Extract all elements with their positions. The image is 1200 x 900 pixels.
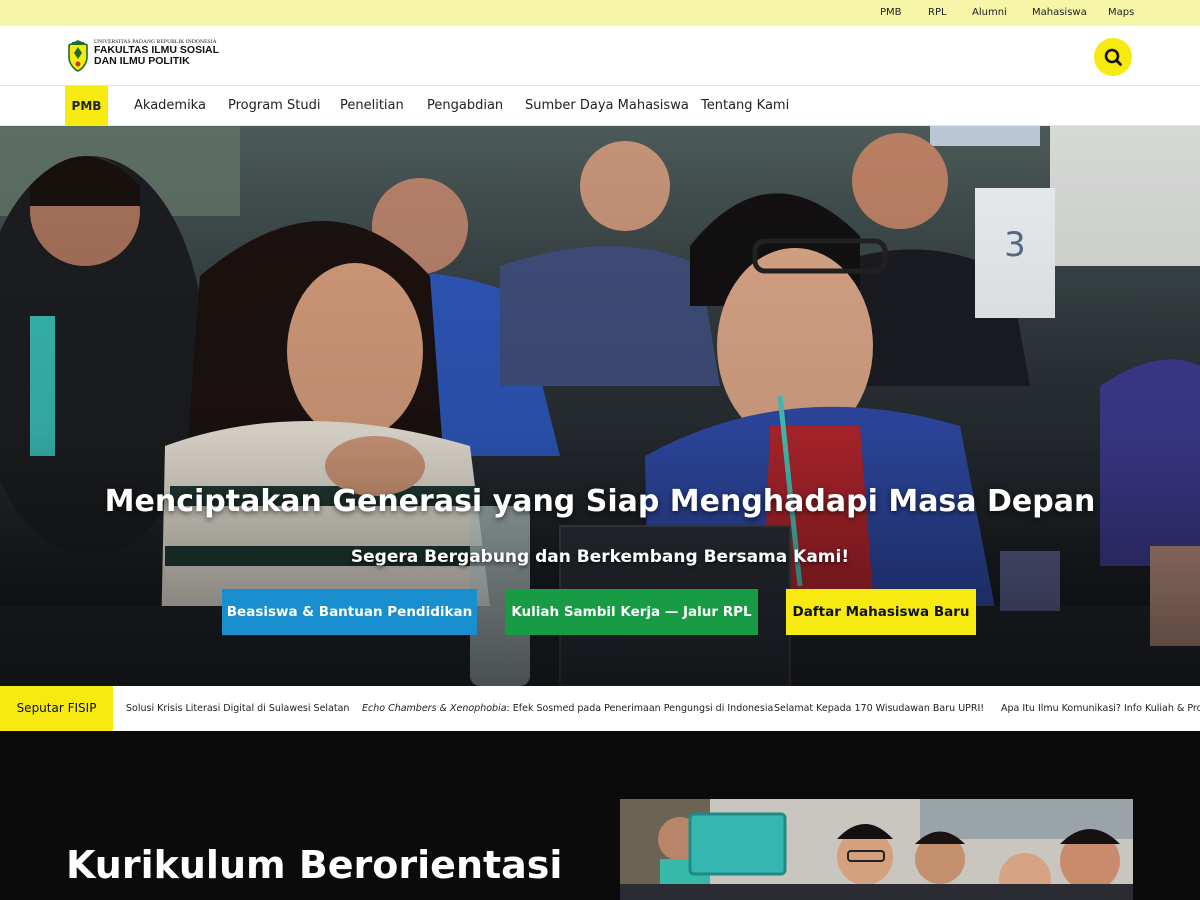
topbar-link-rpl[interactable]: RPL: [928, 7, 947, 18]
logo-faculty-line2: DAN ILMU POLITIK: [94, 55, 190, 67]
news-ticker: Seputar FISIP Solusi Krisis Literasi Dig…: [0, 686, 1200, 731]
topbar-link-pmb[interactable]: PMB: [880, 7, 902, 18]
section-title: Kurikulum Berorientasi: [66, 843, 563, 887]
ticker-item-4[interactable]: Apa Itu Ilmu Komunikasi? Info Kuliah & P…: [1001, 686, 1200, 731]
university-emblem-icon[interactable]: [66, 40, 90, 72]
site-header: UNIVERSITAS PADANG REPUBLIK INDONESIA FA…: [0, 26, 1200, 86]
top-utility-bar: PMB RPL Alumni Mahasiswa Maps: [0, 0, 1200, 26]
ticker-item-2-text: : Efek Sosmed pada Penerimaan Pengungsi …: [506, 703, 774, 714]
topbar-link-mahasiswa[interactable]: Mahasiswa: [1032, 7, 1087, 18]
students-selfie-photo: [620, 799, 1133, 900]
search-button[interactable]: [1094, 38, 1132, 76]
ticker-item-2[interactable]: Echo Chambers & Xenophobia: Efek Sosmed …: [362, 686, 773, 731]
ticker-label: Seputar FISIP: [0, 686, 113, 731]
register-button[interactable]: Daftar Mahasiswa Baru: [786, 589, 976, 635]
nav-item-akademika[interactable]: Akademika: [134, 86, 206, 126]
ticker-item-1[interactable]: Solusi Krisis Literasi Digital di Sulawe…: [126, 686, 349, 731]
nav-item-pengabdian[interactable]: Pengabdian: [427, 86, 503, 126]
search-icon: [1104, 48, 1122, 66]
hero-banner: 3 Menciptakan Generasi yang Siap Menghad…: [0, 126, 1200, 686]
nav-item-sumber-daya-mahasiswa[interactable]: Sumber Daya Mahasiswa: [525, 86, 689, 126]
nav-item-penelitian[interactable]: Penelitian: [340, 86, 404, 126]
main-nav: PMB Akademika Program Studi Penelitian P…: [0, 86, 1200, 126]
nav-item-pmb[interactable]: PMB: [65, 86, 108, 126]
topbar-link-alumni[interactable]: Alumni: [972, 7, 1007, 18]
logo-wordmark[interactable]: UNIVERSITAS PADANG REPUBLIK INDONESIA FA…: [94, 39, 219, 67]
hero-subtitle: Segera Bergabung dan Berkembang Bersama …: [350, 547, 850, 567]
rpl-button[interactable]: Kuliah Sambil Kerja — Jalur RPL: [505, 589, 758, 635]
scholarship-button[interactable]: Beasiswa & Bantuan Pendidikan: [222, 589, 477, 635]
ticker-item-2-emphasis: Echo Chambers & Xenophobia: [362, 703, 507, 714]
nav-item-program-studi[interactable]: Program Studi: [228, 86, 320, 126]
topbar-link-maps[interactable]: Maps: [1108, 7, 1134, 18]
ticker-item-3[interactable]: Selamat Kepada 170 Wisudawan Baru UPRI!: [774, 686, 984, 731]
nav-item-tentang-kami[interactable]: Tentang Kami: [701, 86, 789, 126]
hero-title: Menciptakan Generasi yang Siap Menghadap…: [104, 484, 1096, 519]
curriculum-section: Kurikulum Berorientasi: [0, 731, 1200, 900]
